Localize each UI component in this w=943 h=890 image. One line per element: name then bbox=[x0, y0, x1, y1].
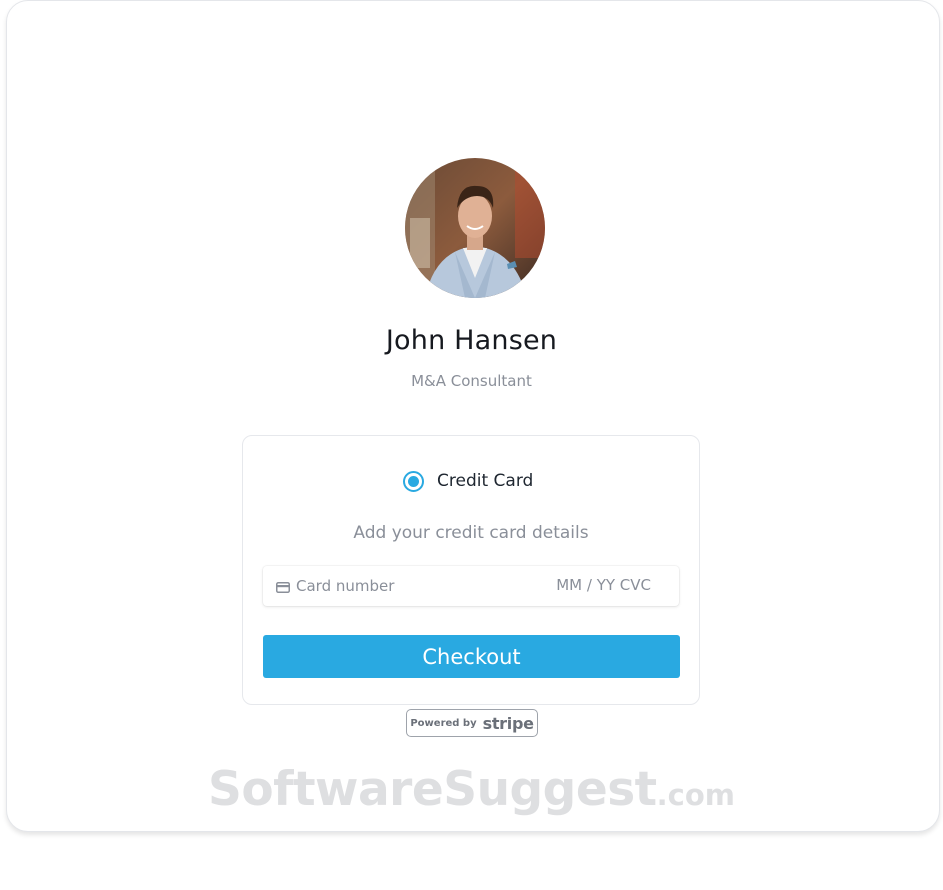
radio-dot bbox=[408, 475, 419, 487]
card-instructions: Add your credit card details bbox=[353, 523, 589, 543]
card-input-group[interactable]: MM / YY CVC bbox=[263, 566, 679, 606]
profile-name: John Hansen bbox=[385, 325, 558, 356]
payment-card: Credit Card Add your credit card details… bbox=[242, 435, 700, 705]
payment-method-option[interactable]: Credit Card bbox=[403, 469, 533, 493]
expiry-cvc-input[interactable]: MM / YY CVC bbox=[556, 576, 651, 594]
watermark-main: SoftwareSuggest bbox=[207, 762, 657, 817]
radio-selected-icon[interactable] bbox=[403, 470, 424, 492]
powered-by-text: Powered by bbox=[410, 717, 477, 729]
powered-by-stripe-badge[interactable]: Powered by stripe bbox=[406, 709, 538, 737]
card-number-input[interactable] bbox=[296, 577, 546, 595]
credit-card-icon bbox=[276, 578, 290, 597]
payment-method-label: Credit Card bbox=[437, 471, 534, 491]
profile-role: M&A Consultant bbox=[411, 372, 532, 390]
app-window bbox=[6, 0, 940, 832]
watermark-suffix: .com bbox=[656, 778, 736, 812]
avatar-photo bbox=[405, 158, 545, 298]
profile-avatar bbox=[405, 158, 545, 298]
checkout-button[interactable]: Checkout bbox=[263, 635, 680, 678]
watermark: SoftwareSuggest.com bbox=[0, 762, 943, 817]
stripe-logo: stripe bbox=[482, 713, 534, 733]
